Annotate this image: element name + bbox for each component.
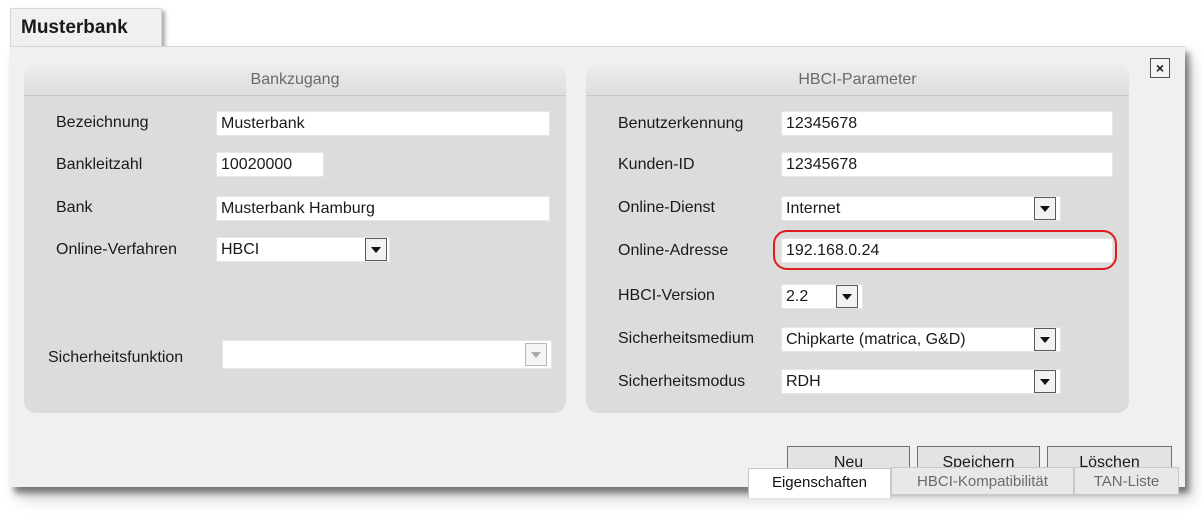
online-dienst-dropdown-button[interactable] bbox=[1034, 197, 1056, 220]
bankleitzahl-field[interactable]: 10020000 bbox=[216, 152, 324, 177]
sicherheitsfunktion-label: Sicherheitsfunktion bbox=[48, 349, 184, 366]
chevron-down-icon bbox=[1040, 337, 1050, 343]
online-dienst-label: Online-Dienst bbox=[618, 199, 715, 216]
hbci-version-select[interactable]: 2.2 bbox=[781, 284, 863, 309]
window-title-tab: Musterbank bbox=[10, 8, 162, 46]
online-verfahren-value: HBCI bbox=[221, 241, 260, 258]
close-icon: × bbox=[1155, 60, 1165, 76]
online-verfahren-select[interactable]: HBCI bbox=[216, 237, 390, 262]
tab-eigenschaften[interactable]: Eigenschaften bbox=[748, 468, 891, 498]
bank-field[interactable]: Musterbank Hamburg bbox=[216, 196, 550, 221]
sicherheitsmedium-select[interactable]: Chipkarte (matrica, G&D) bbox=[781, 327, 1061, 352]
sicherheitsfunktion-dropdown-button[interactable] bbox=[525, 343, 547, 366]
close-button[interactable]: × bbox=[1150, 58, 1170, 78]
kunden-id-label: Kunden-ID bbox=[618, 156, 695, 173]
chevron-down-icon bbox=[1040, 206, 1050, 212]
chevron-down-icon bbox=[531, 352, 541, 358]
online-verfahren-label: Online-Verfahren bbox=[56, 241, 177, 258]
sicherheitsmodus-label: Sicherheitsmodus bbox=[618, 373, 746, 390]
bank-label: Bank bbox=[56, 199, 93, 216]
sicherheitsmodus-value: RDH bbox=[786, 373, 821, 390]
bankleitzahl-label: Bankleitzahl bbox=[56, 156, 143, 173]
online-dienst-select[interactable]: Internet bbox=[781, 196, 1061, 221]
hbci-version-dropdown-button[interactable] bbox=[836, 285, 858, 308]
chevron-down-icon bbox=[1040, 379, 1050, 385]
bankzugang-header: Bankzugang bbox=[24, 65, 566, 96]
sicherheitsfunktion-select[interactable] bbox=[222, 340, 552, 369]
sicherheitsmodus-dropdown-button[interactable] bbox=[1034, 370, 1056, 393]
online-adresse-highlight bbox=[773, 230, 1117, 270]
benutzerkennung-label: Benutzerkennung bbox=[618, 115, 744, 132]
bezeichnung-label: Bezeichnung bbox=[56, 114, 149, 131]
chevron-down-icon bbox=[371, 247, 381, 253]
benutzerkennung-field[interactable]: 12345678 bbox=[781, 111, 1113, 136]
online-dienst-value: Internet bbox=[786, 200, 841, 217]
hbci-parameter-header: HBCI-Parameter bbox=[586, 65, 1129, 96]
online-verfahren-dropdown-button[interactable] bbox=[365, 238, 387, 261]
sicherheitsmedium-dropdown-button[interactable] bbox=[1034, 328, 1056, 351]
online-adresse-label: Online-Adresse bbox=[618, 242, 729, 259]
bezeichnung-field[interactable]: Musterbank bbox=[216, 111, 550, 136]
sicherheitsmodus-select[interactable]: RDH bbox=[781, 369, 1061, 394]
hbci-version-value: 2.2 bbox=[786, 288, 809, 305]
sicherheitsmedium-value: Chipkarte (matrica, G&D) bbox=[786, 331, 966, 348]
tab-hbci-kompatibilitaet[interactable]: HBCI-Kompatibilität bbox=[891, 467, 1074, 495]
tab-tan-liste[interactable]: TAN-Liste bbox=[1074, 467, 1179, 495]
sicherheitsmedium-label: Sicherheitsmedium bbox=[618, 330, 755, 347]
kunden-id-field[interactable]: 12345678 bbox=[781, 152, 1113, 177]
chevron-down-icon bbox=[842, 294, 852, 300]
hbci-version-label: HBCI-Version bbox=[618, 287, 715, 304]
